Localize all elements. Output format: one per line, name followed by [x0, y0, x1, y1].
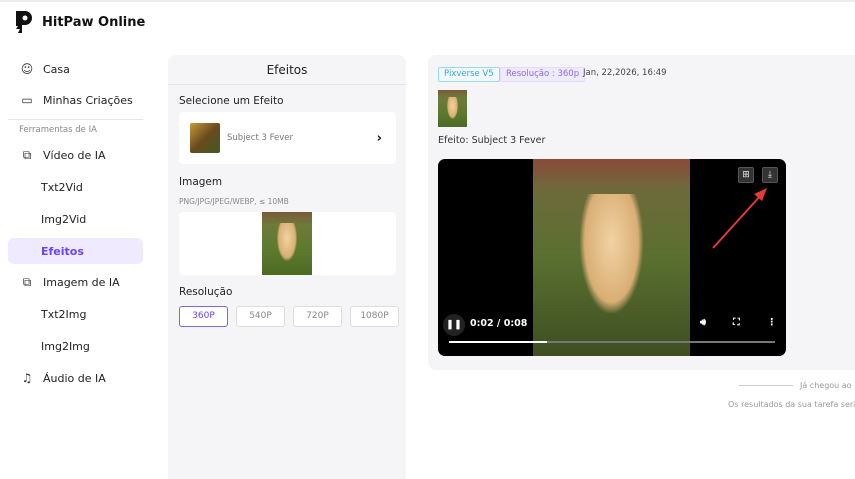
image-label: Imagem [179, 176, 223, 188]
music-note-icon: ♫ [21, 371, 33, 385]
sidebar-item-label: Txt2Vid [41, 180, 83, 194]
footer-divider [739, 385, 793, 386]
chevron-right-icon: › [376, 130, 382, 146]
video-time: 0:02 / 0:08 [470, 318, 528, 329]
sidebar-item-efeitos[interactable]: Efeitos [8, 238, 143, 264]
panel-title: Efeitos [168, 55, 406, 85]
timestamp: Jan, 22,2026, 16:49 [583, 68, 667, 78]
resolution-1080p[interactable]: 1080P [350, 306, 399, 327]
pause-icon[interactable]: ❚❚ [443, 314, 465, 336]
resolution-label: Resolução [179, 286, 233, 298]
video-progress-bar[interactable] [449, 341, 775, 343]
sidebar-item-audio-ia[interactable]: ♫ Áudio de IA [8, 365, 143, 391]
sidebar-item-label: Img2Vid [41, 212, 87, 226]
model-tag: Pixverse V5 [438, 67, 500, 82]
sidebar-item-imagem-ia[interactable]: ⧉ Imagem de IA [8, 269, 143, 295]
resolution-options: 360P 540P 720P 1080P [179, 306, 399, 327]
effect-selector[interactable]: Subject 3 Fever › [179, 112, 396, 164]
resolution-540p[interactable]: 540P [236, 306, 285, 327]
sidebar-item-label: Img2Img [41, 339, 90, 353]
resolution-tag: Resolução : 360p [500, 67, 586, 82]
sidebar-item-label: Áudio de IA [43, 371, 106, 385]
effects-panel: Efeitos Selecione um Efeito Subject 3 Fe… [168, 55, 406, 479]
video-ai-icon: ⧉ [22, 148, 32, 162]
effect-name: Subject 3 Fever [227, 133, 293, 143]
folder-icon: ▭ [21, 93, 33, 107]
section-label: Ferramentas de IA [19, 125, 97, 135]
sidebar-item-minhas-criacoes[interactable]: ▭ Minhas Criações [8, 87, 143, 113]
sidebar-item-label: Minhas Criações [43, 93, 133, 107]
volume-icon[interactable]: 🔊︎ [700, 317, 706, 328]
sidebar-divider [8, 119, 143, 120]
app-name: HitPaw Online [42, 14, 146, 30]
red-arrow-annotation [712, 188, 767, 249]
source-thumbnail[interactable] [438, 90, 467, 127]
sidebar-item-txt2img[interactable]: Txt2Img [8, 301, 143, 327]
sidebar-item-video-ia[interactable]: ⧉ Vídeo de IA [8, 142, 143, 168]
results-note: Os resultados da sua tarefa serã [728, 400, 855, 409]
hitpaw-logo-icon [16, 11, 32, 33]
fullscreen-icon[interactable]: ⛶ [733, 317, 740, 328]
sidebar-item-label: Vídeo de IA [43, 148, 106, 162]
sidebar-item-label: Txt2Img [41, 307, 87, 321]
video-frame [533, 159, 690, 356]
sidebar-item-label: Efeitos [41, 244, 84, 258]
more-options-icon[interactable]: ⋮ [767, 317, 777, 328]
uploaded-image [262, 212, 312, 275]
image-upload-area[interactable] [179, 212, 396, 275]
image-ai-icon: ⧉ [22, 275, 32, 289]
image-hint: PNG/JPG/JPEG/WEBP, ≤ 10MB [179, 197, 289, 206]
sidebar-item-img2vid[interactable]: Img2Vid [8, 206, 143, 232]
logo[interactable]: HitPaw Online [14, 9, 145, 35]
sidebar-item-casa[interactable]: ☺ Casa [8, 56, 143, 82]
sidebar-item-txt2vid[interactable]: Txt2Vid [8, 174, 143, 200]
resolution-360p[interactable]: 360P [179, 306, 228, 327]
top-border [0, 0, 855, 2]
sidebar-item-img2img[interactable]: Img2Img [8, 333, 143, 359]
sidebar-item-label: Imagem de IA [43, 275, 120, 289]
effect-thumbnail [190, 123, 220, 153]
end-of-list-text: Já chegou ao [800, 381, 852, 390]
effect-caption: Efeito: Subject 3 Fever [438, 135, 546, 146]
sidebar-item-label: Casa [43, 62, 70, 76]
home-face-icon: ☺ [20, 62, 34, 76]
resolution-720p[interactable]: 720P [293, 306, 342, 327]
select-effect-label: Selecione um Efeito [179, 95, 284, 107]
video-progress-fill [449, 341, 547, 343]
